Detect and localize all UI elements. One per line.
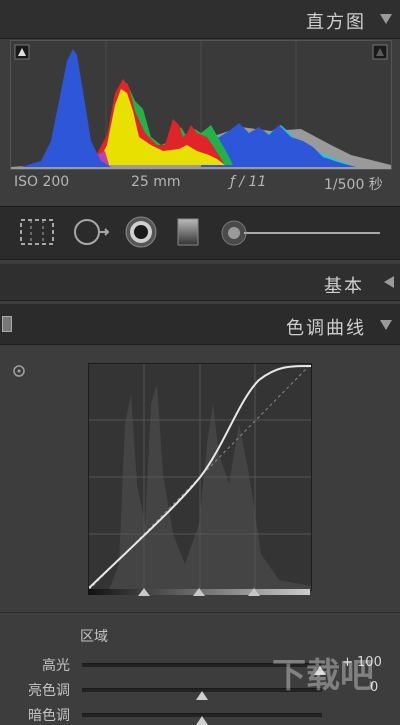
histogram-blue-left bbox=[21, 49, 111, 167]
red-eye-icon[interactable] bbox=[124, 215, 158, 249]
iso-value: ISO 200 bbox=[14, 174, 70, 190]
focal-length-value: 25 mm bbox=[131, 174, 181, 190]
tone-curve-svg bbox=[88, 363, 312, 591]
tone-curve-panel-title: 色调曲线 bbox=[286, 318, 366, 339]
region-split-handle-3[interactable] bbox=[248, 588, 260, 596]
spot-removal-icon[interactable] bbox=[72, 217, 112, 247]
histogram-panel-title: 直方图 bbox=[306, 12, 366, 33]
exif-info: ISO 200 25 mm ƒ / 11 1/500 秒 bbox=[14, 174, 386, 194]
highlight-clipping-toggle[interactable] bbox=[372, 44, 386, 58]
divider bbox=[0, 612, 400, 613]
aperture-value: ƒ / 11 bbox=[230, 174, 267, 190]
histogram bbox=[10, 40, 392, 170]
region-split-handle-2[interactable] bbox=[193, 588, 205, 596]
basic-panel-title: 基本 bbox=[324, 276, 364, 297]
lights-label: 亮色调 bbox=[28, 683, 70, 699]
lights-thumb[interactable] bbox=[196, 691, 208, 700]
histogram-graph bbox=[11, 41, 391, 169]
expand-icon[interactable] bbox=[384, 276, 394, 288]
collapse-icon[interactable] bbox=[380, 320, 392, 330]
panel-switch-icon[interactable] bbox=[2, 316, 12, 332]
collapse-icon[interactable] bbox=[380, 14, 392, 24]
watermark-logo: 下载吧 bbox=[272, 656, 374, 696]
darks-label: 暗色调 bbox=[28, 708, 70, 724]
tool-strip bbox=[0, 206, 400, 260]
adjustment-brush-icon[interactable] bbox=[220, 219, 384, 247]
target-adjustment-icon[interactable] bbox=[12, 364, 26, 378]
tone-curve-graph[interactable] bbox=[88, 363, 312, 591]
crop-overlay-icon[interactable] bbox=[18, 217, 56, 247]
shutter-value: 1/500 秒 bbox=[324, 177, 383, 193]
highlights-label: 高光 bbox=[42, 658, 70, 674]
histogram-panel-header[interactable]: 直方图 bbox=[0, 0, 400, 39]
tone-curve-panel-header[interactable]: 色调曲线 bbox=[0, 304, 400, 345]
region-split-handle-1[interactable] bbox=[138, 588, 150, 596]
graduated-filter-icon[interactable] bbox=[174, 217, 202, 247]
shadow-clipping-toggle[interactable] bbox=[14, 44, 28, 58]
region-label: 区域 bbox=[80, 629, 108, 645]
darks-thumb[interactable] bbox=[196, 716, 208, 725]
basic-panel-header[interactable]: 基本 bbox=[0, 264, 400, 301]
